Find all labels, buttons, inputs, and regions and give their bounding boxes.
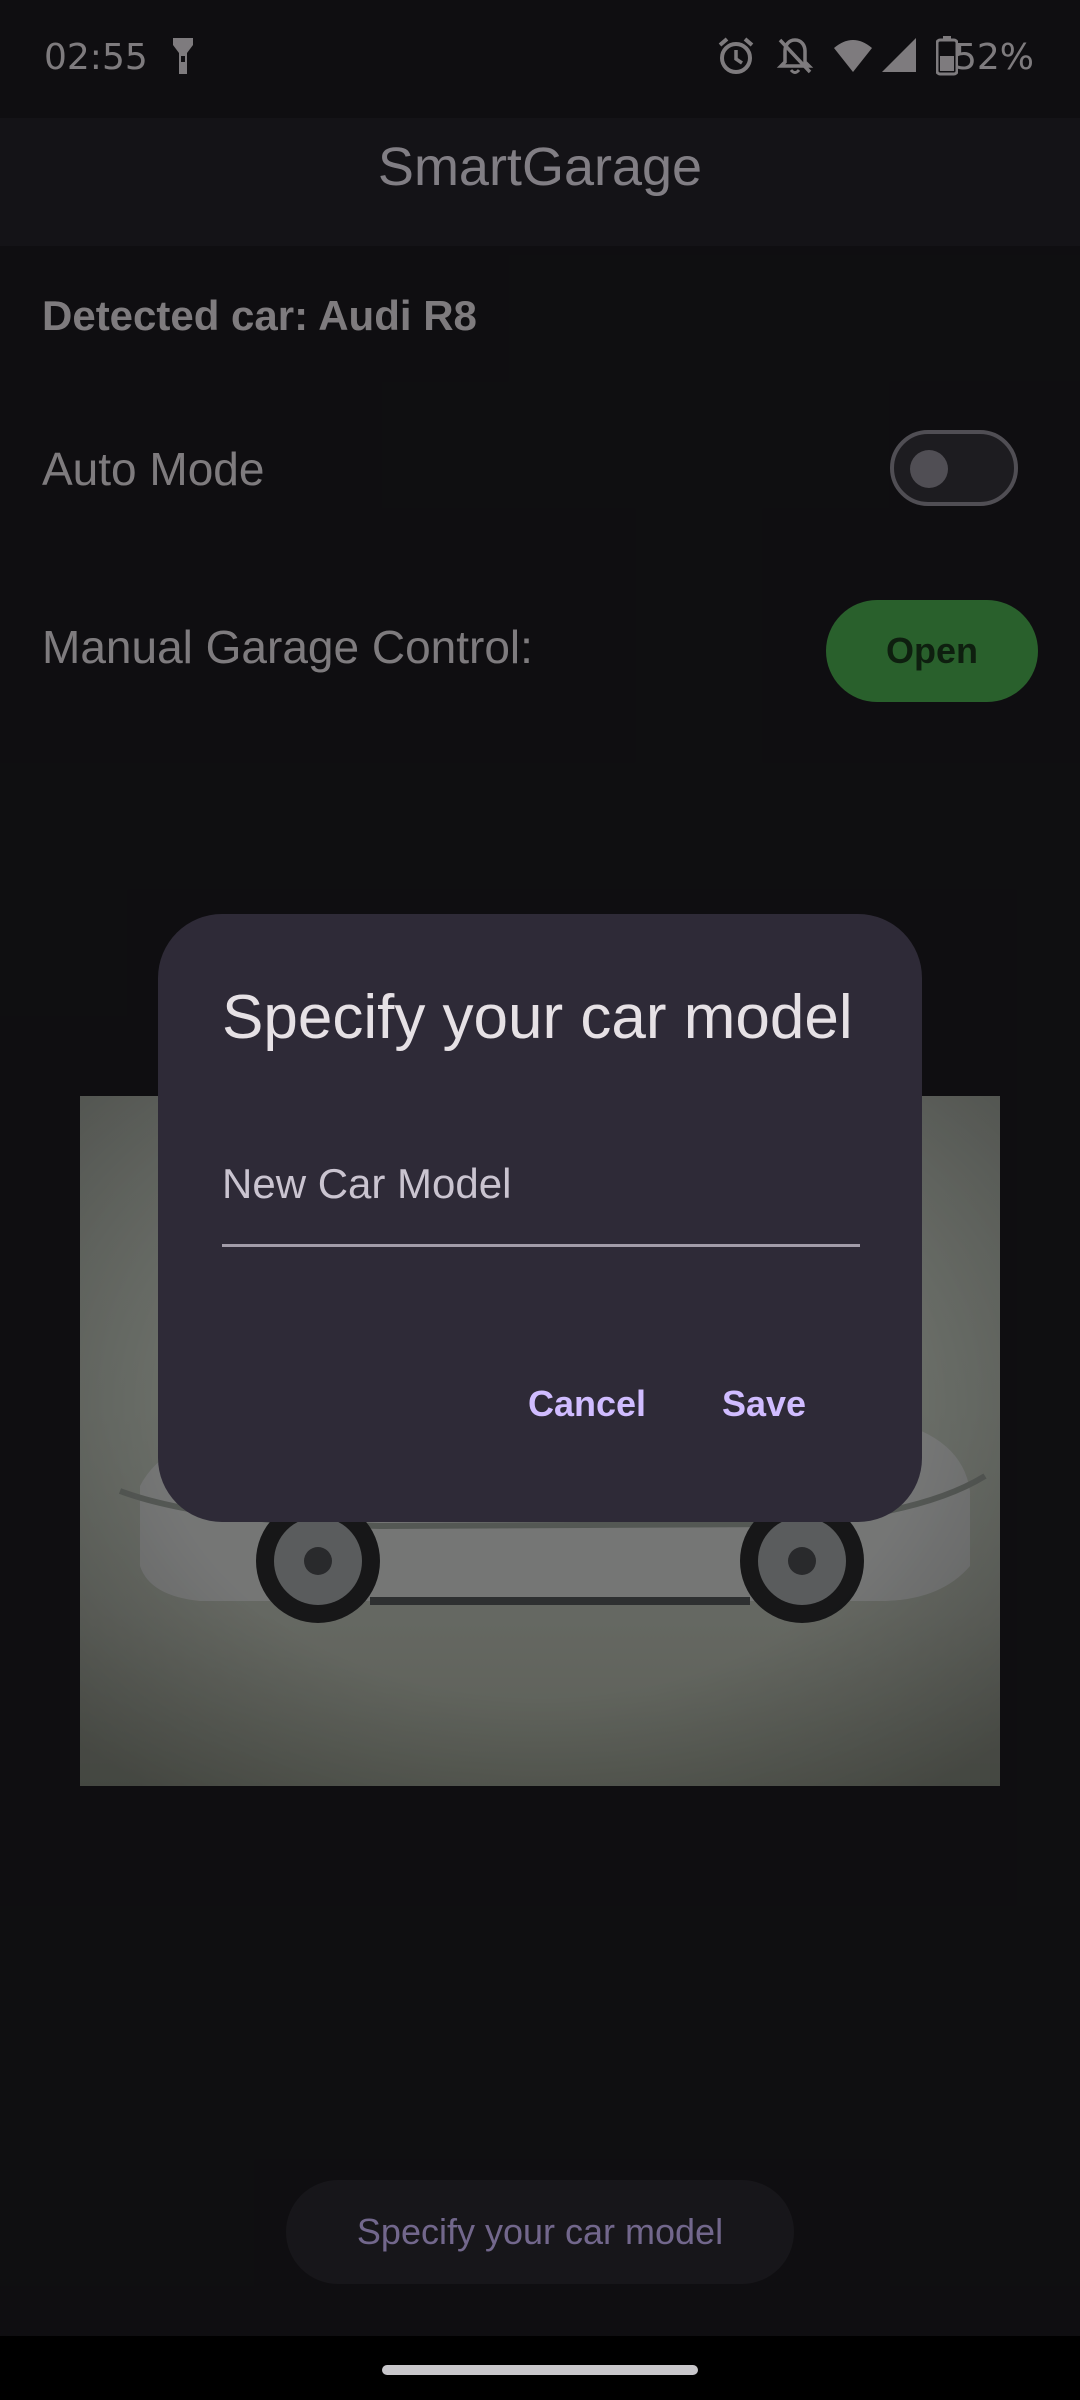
dialog-title: Specify your car model	[222, 983, 853, 1052]
specify-car-model-dialog: Specify your car model Cancel Save	[158, 914, 922, 1522]
car-model-input[interactable]	[222, 1144, 860, 1247]
screen: 02:55 52% SmartGarage Detected car: Audi…	[0, 0, 1080, 2400]
home-indicator[interactable]	[382, 2365, 698, 2375]
save-button[interactable]: Save	[704, 1364, 824, 1444]
cancel-button[interactable]: Cancel	[510, 1364, 664, 1444]
